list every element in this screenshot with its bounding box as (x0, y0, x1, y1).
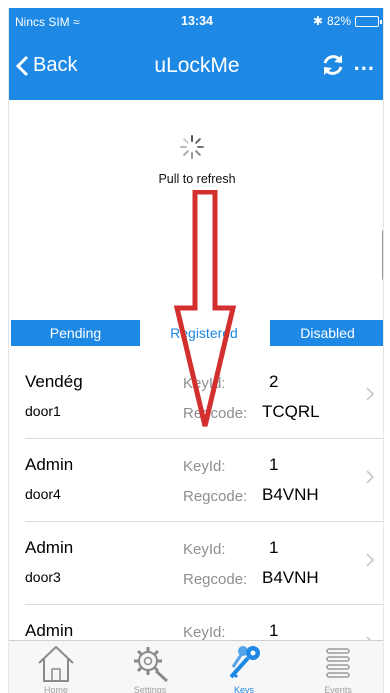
battery-icon (355, 15, 382, 27)
regcode-value: B4VNH (262, 568, 319, 587)
pull-to-refresh-area[interactable]: Pull to refresh (9, 100, 383, 318)
tab-events[interactable]: Events (291, 641, 383, 693)
back-label: Back (33, 54, 78, 76)
nav-actions: ... (320, 50, 375, 78)
settings-icon (134, 647, 169, 683)
chevron-right-icon (366, 470, 375, 484)
pull-to-refresh-label: Pull to refresh (158, 172, 236, 186)
user-name: Vendég (25, 372, 83, 391)
key-list: Vendég door1 KeyId: 2 Regcode: TCQRL Adm… (9, 356, 383, 688)
tab-label: Settings (133, 685, 167, 693)
keyid-value: 2 (269, 372, 279, 391)
chevron-right-icon (366, 553, 375, 567)
door-name: door1 (25, 403, 61, 419)
tab-pending[interactable]: Pending (11, 320, 140, 346)
phone-screen: Nincs SIM ≈ 13:34 ✱ 82% Back uLockMe ... (8, 8, 384, 693)
navigation-bar: Back uLockMe ... (9, 36, 383, 100)
tab-registered[interactable]: Registered (140, 320, 268, 346)
back-button[interactable]: Back (15, 54, 77, 77)
keys-icon (229, 646, 260, 679)
home-icon (38, 645, 74, 682)
regcode-value: B4VNH (262, 485, 319, 504)
regcode-value: TCQRL (262, 402, 320, 421)
keyid-value: 1 (269, 455, 279, 474)
keyid-value: 1 (269, 621, 279, 640)
tab-home[interactable]: Home (9, 641, 103, 693)
more-menu-icon[interactable]: ... (354, 50, 375, 76)
list-item[interactable]: Admin door3 KeyId: 1 Regcode: B4VNH (25, 522, 383, 605)
tab-label: Home (43, 685, 68, 693)
events-icon (326, 648, 350, 678)
tab-bar: Home Settings Keys Events (9, 640, 383, 693)
regcode-label: Regcode: (183, 571, 248, 588)
tab-disabled[interactable]: Disabled (270, 320, 383, 346)
keyid-label: KeyId: (183, 541, 226, 558)
refresh-icon[interactable] (320, 52, 346, 78)
back-chevron-icon (15, 55, 29, 76)
tab-label: Keys (233, 685, 254, 693)
list-item[interactable]: Vendég door1 KeyId: 2 Regcode: TCQRL (25, 356, 383, 439)
door-name: door4 (25, 486, 61, 502)
user-name: Admin (25, 621, 74, 640)
keyid-label: KeyId: (183, 375, 226, 392)
status-right: ✱ 82% (312, 14, 382, 28)
regcode-label: Regcode: (183, 405, 248, 422)
tab-label: Events (324, 685, 352, 693)
user-name: Admin (25, 538, 74, 557)
keyid-label: KeyId: (183, 458, 226, 475)
keyid-value: 1 (269, 538, 279, 557)
chevron-right-icon (366, 387, 375, 401)
status-bar: Nincs SIM ≈ 13:34 ✱ 82% (9, 8, 383, 36)
battery-percent: 82% (326, 14, 351, 28)
loading-spinner-icon (180, 135, 204, 159)
segmented-control: Pending Registered Disabled (9, 318, 383, 348)
regcode-label: Regcode: (183, 488, 248, 505)
tab-settings[interactable]: Settings (103, 641, 197, 693)
tab-keys[interactable]: Keys (197, 641, 291, 693)
user-name: Admin (25, 455, 74, 474)
door-name: door3 (25, 569, 61, 585)
bluetooth-icon: ✱ (312, 14, 323, 28)
keyid-label: KeyId: (183, 624, 226, 641)
list-item[interactable]: Admin door4 KeyId: 1 Regcode: B4VNH (25, 439, 383, 522)
scrollbar[interactable] (382, 230, 383, 280)
